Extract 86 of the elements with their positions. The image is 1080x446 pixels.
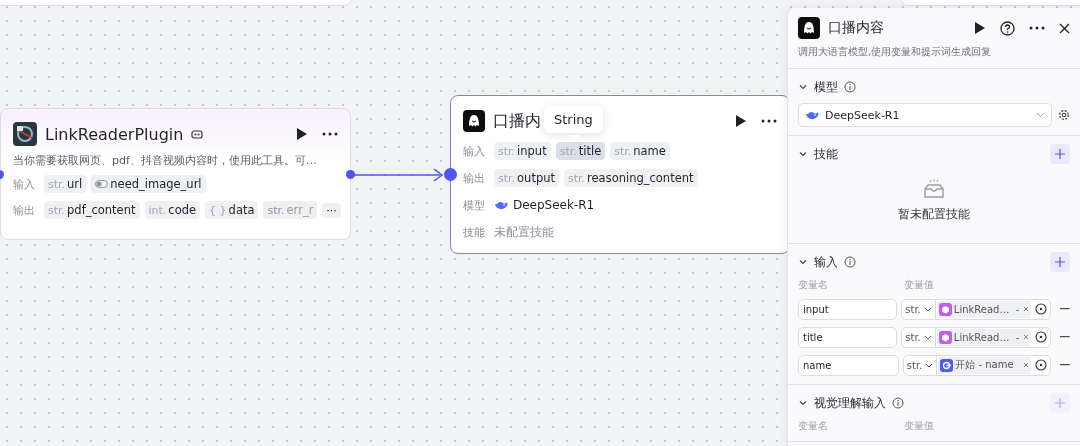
row-label: 输出 (463, 170, 486, 186)
whale-icon (805, 109, 819, 121)
parameter-tag: need_image_url (91, 175, 206, 193)
variable-name-field[interactable]: title (798, 326, 898, 348)
target-icon[interactable] (1035, 303, 1048, 315)
reference-tag: LinkRead… - (936, 300, 1032, 318)
caret-icon (923, 334, 932, 340)
target-icon[interactable] (1035, 359, 1048, 371)
play-icon[interactable] (974, 21, 986, 35)
parameter-tag: int. code (144, 201, 201, 219)
parameter-tag: str. name (610, 142, 670, 160)
clear-icon[interactable] (1023, 334, 1030, 340)
empty-message: 暂未配置技能 (898, 206, 970, 223)
plus-icon (1055, 398, 1065, 408)
ghost-icon (463, 110, 485, 132)
section-title: 视觉理解输入 (814, 394, 886, 412)
column-header: 变量值 (904, 278, 934, 292)
add-button[interactable] (1050, 252, 1070, 272)
plus-icon (1055, 257, 1065, 267)
target-icon[interactable] (1035, 331, 1048, 343)
parameter-tag: str. output (494, 169, 559, 187)
caret-icon (925, 362, 934, 368)
variable-name-field[interactable]: name (798, 354, 899, 376)
play-icon[interactable] (735, 114, 747, 128)
plus-icon (1055, 149, 1065, 159)
parameter-tag: str. title (555, 142, 606, 160)
info-icon[interactable] (844, 81, 856, 93)
parameter-tag: str. url (44, 175, 87, 193)
chevron-icon[interactable] (798, 398, 808, 408)
settings-icon[interactable] (1058, 109, 1070, 121)
section-title: 技能 (814, 145, 838, 163)
type-select[interactable]: str. (903, 355, 938, 375)
plugin-icon (13, 122, 37, 146)
add-button[interactable] (1050, 144, 1070, 164)
chevron-icon[interactable] (798, 149, 808, 159)
info-icon[interactable] (844, 256, 856, 268)
column-header: 变量名 (798, 419, 829, 433)
parameter-tag: { } data (205, 201, 259, 219)
column-header: 变量值 (904, 419, 934, 433)
type-select[interactable]: str. (902, 299, 936, 319)
chevron-icon[interactable] (798, 257, 808, 267)
type-select[interactable]: str. (902, 327, 936, 347)
play-icon[interactable] (296, 127, 308, 141)
more-button[interactable]: ··· (322, 202, 341, 218)
reference-tag: 开始 - name (938, 356, 1032, 374)
model-name: DeepSeek-R1 (513, 198, 595, 212)
row-label: 输出 (13, 202, 36, 218)
whale-icon (494, 199, 508, 211)
model-select[interactable]: DeepSeek-R1 (798, 103, 1052, 127)
row-label: 技能 (463, 224, 486, 240)
empty-tray-icon (922, 178, 946, 200)
row-label: 输入 (463, 143, 486, 159)
node-description: 当你需要获取网页、pdf、抖音视频内容时，使用此工具。可… (13, 153, 318, 168)
clear-icon[interactable] (1023, 362, 1030, 368)
variable-name-field[interactable]: input (798, 298, 898, 320)
parameter-tag: str. input (494, 142, 551, 160)
more-icon[interactable] (1029, 26, 1045, 30)
section-title: 模型 (814, 78, 838, 96)
close-icon[interactable] (1059, 22, 1070, 34)
node-title: 口播内 (493, 110, 541, 132)
tooltip: String (544, 106, 603, 133)
help-icon[interactable] (1000, 20, 1015, 36)
panel-title: 口播内容 (828, 19, 884, 37)
port-handle[interactable] (346, 170, 355, 179)
row-label: 输入 (13, 176, 36, 192)
column-header: 变量名 (798, 278, 829, 292)
parameter-tag: str. reasoning_content (564, 169, 698, 187)
toggle-icon (95, 180, 109, 188)
row-label: 模型 (463, 197, 486, 213)
panel-description: 调用大语言模型,使用变量和提示词生成回复 (788, 39, 1080, 69)
robot-icon (191, 128, 204, 140)
parameter-tag: str. err_r (263, 201, 318, 219)
more-icon[interactable] (761, 119, 777, 123)
section-title: 输入 (814, 253, 838, 271)
skill-status: 未配置技能 (494, 223, 554, 241)
node-title: LinkReaderPlugin (45, 124, 184, 144)
info-icon[interactable] (892, 397, 904, 409)
node-card[interactable]: LinkReaderPlugin 当你需要获取网页、pdf、抖音视频内容时，使用此工具。可… 输入 str. url need_image_url 输出 str. pdf_content int. code { } data str. err_r ··· (0, 108, 351, 240)
caret-icon (923, 306, 932, 312)
clear-icon[interactable] (1023, 306, 1030, 312)
parameter-tag: str. pdf_content (44, 201, 140, 219)
ghost-icon (798, 17, 820, 39)
reference-tag: LinkRead… - (936, 328, 1032, 346)
caret-icon (1036, 112, 1045, 118)
chevron-icon[interactable] (798, 82, 808, 92)
more-icon[interactable] (322, 132, 338, 136)
